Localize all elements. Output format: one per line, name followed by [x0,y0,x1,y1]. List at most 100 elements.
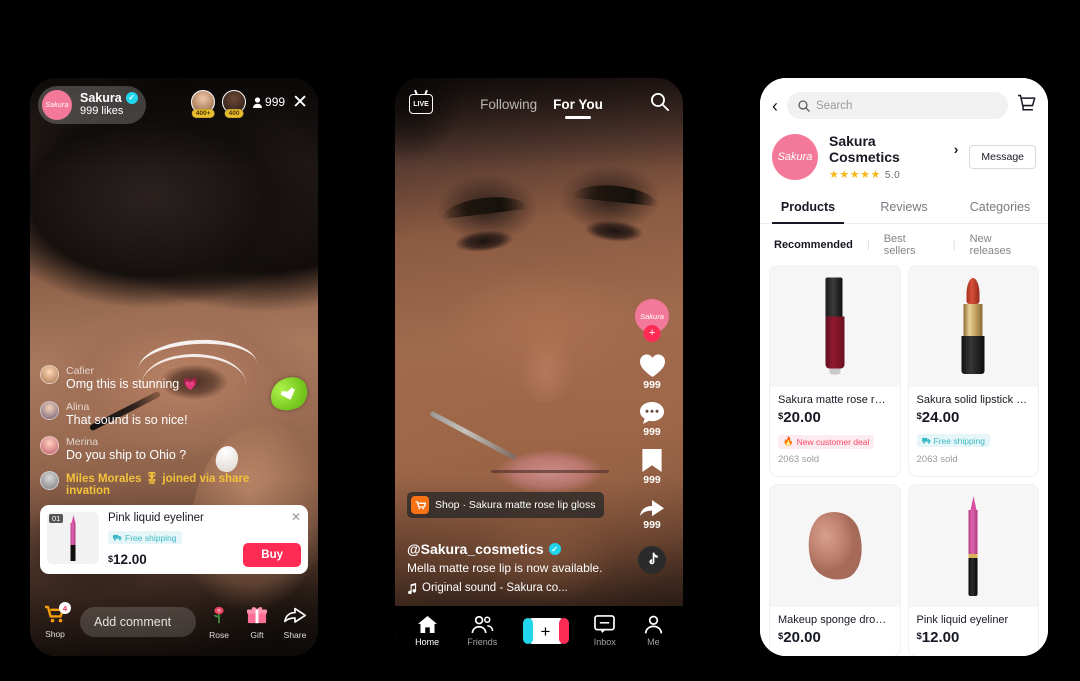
shop-tag[interactable]: Shop · Sakura matte rose lip gloss [407,492,604,518]
comment-text: Do you ship to Ohio ? [66,448,187,462]
share-button[interactable]: Share [280,605,310,640]
shipping-chip-label: Free shipping [933,435,986,446]
cart-icon[interactable] [1017,94,1036,117]
eyeliner-art-icon [968,495,978,596]
add-comment-input[interactable]: Add comment [80,607,196,637]
live-badge[interactable]: LIVE [409,94,433,114]
deal-chip-label: New customer deal [796,436,870,447]
product-sold-count: 2063 sold [916,454,958,465]
price-value: 20.00 [783,628,821,646]
tab-categories[interactable]: Categories [952,191,1048,223]
avatar [40,401,59,420]
bookmark-button[interactable]: 999 [641,448,663,486]
divider: | [866,239,870,251]
tab-for-you[interactable]: For You [553,97,603,112]
nav-create[interactable]: + [522,618,569,644]
product-sold-count: 2063 sold [778,454,820,465]
pinned-product-card[interactable]: 01 ✕ Pink liquid eyeliner Free shipping … [40,505,308,574]
filter-recommended[interactable]: Recommended [774,239,853,251]
home-icon [417,615,437,634]
tab-products[interactable]: Products [760,191,856,223]
gift-label: Gift [250,629,264,640]
sound-row[interactable]: Original sound - Sakura co... [407,582,617,594]
rose-button[interactable]: Rose [204,605,234,640]
store-tabs: Products Reviews Categories [760,191,1048,224]
nav-inbox[interactable]: Inbox [594,615,616,647]
shipping-chip-label: Free shipping [125,532,177,543]
viewer-avatar[interactable]: 400 [222,90,247,118]
bookmark-icon [642,448,662,473]
nav-me-label: Me [647,637,660,647]
store-meta: Sakura Cosmetics › ★★★★★ 5.0 [829,133,958,181]
nav-home[interactable]: Home [415,615,439,647]
comment-icon [640,402,664,424]
host-name-row: Sakura ✓ [80,90,138,105]
join-notice-text: Miles Morales 🎖 joined via share invatio… [66,473,250,497]
comment-author: Alina [66,401,90,413]
feed-bottom-nav: Home Friends + Inbox Me [395,606,683,656]
like-button[interactable]: 999 [639,353,666,391]
truck-icon [921,437,931,444]
search-input[interactable]: Search [787,92,1008,119]
store-name-row[interactable]: Sakura Cosmetics › [829,133,958,165]
feed-top-bar: LIVE Following For You [395,92,683,116]
store-header: Sakura Sakura Cosmetics › ★★★★★ 5.0 Messa… [760,127,1048,191]
product-body: Makeup sponge droplet ... $20.00 [770,607,900,655]
store-rating-row: ★★★★★ 5.0 [829,168,958,181]
shop-tag-label: Shop · Sakura matte rose lip gloss [435,499,596,511]
product-price: $12.00 [917,629,1031,646]
creator-avatar[interactable]: Sakura + [635,299,669,342]
heart-icon [639,354,665,378]
creator-username-row[interactable]: @Sakura_cosmetics ✓ [407,541,617,557]
share-button[interactable]: 999 [639,496,665,531]
product-chip-wrap: 🔥 New customer deal [778,431,892,449]
close-icon[interactable]: ✕ [292,93,308,112]
close-icon[interactable]: ✕ [291,510,301,524]
shop-label: Shop [45,629,65,639]
follow-plus-icon[interactable]: + [643,325,661,342]
comment-count: 999 [643,426,661,438]
create-plus-icon[interactable]: + [522,618,569,644]
host-name: Sakura [80,90,122,105]
filter-best-sellers[interactable]: Best sellers [884,233,939,257]
comment-text: Omg this is stunning 💗 [66,377,199,391]
nav-me[interactable]: Me [644,615,663,647]
back-chevron-icon[interactable]: ‹ [772,97,778,115]
product-price: $20.00 [778,409,892,426]
live-host-pill[interactable]: Sakura Sakura ✓ 999 likes [38,86,146,124]
verified-badge-icon: ✓ [125,92,138,105]
store-name: Sakura Cosmetics [829,133,900,165]
avatar [40,436,59,455]
creator-avatar-text: Sakura [640,311,664,321]
gift-button[interactable]: Gift [242,605,272,640]
comment-text: That sound is so nice! [66,413,188,427]
store-rating-value: 5.0 [884,170,901,181]
avatar [40,365,59,384]
filter-new-releases[interactable]: New releases [970,233,1034,257]
message-button[interactable]: Message [969,145,1036,169]
product-price: $20.00 [778,629,892,646]
search-icon[interactable] [650,92,669,116]
nav-home-label: Home [415,637,440,647]
product-card[interactable]: Sakura matte rose red li ... $20.00 🔥New… [770,265,900,476]
product-card[interactable]: Sakura solid lipstick 70... $24.00 Free … [908,265,1038,476]
host-avatar: Sakura [42,90,72,120]
price-value: 12.00 [113,552,147,567]
nav-friends[interactable]: Friends [467,615,497,647]
viewer-count[interactable]: 999 [253,95,285,109]
product-grid: Sakura matte rose red li ... $20.00 🔥New… [760,265,1048,656]
tab-following[interactable]: Following [480,97,537,112]
product-card[interactable]: Pink liquid eyeliner $12.00 [908,484,1038,656]
tab-reviews[interactable]: Reviews [856,191,952,223]
buy-button[interactable]: Buy [243,543,301,567]
comment-button[interactable]: 999 [639,401,665,438]
sound-disc-icon[interactable] [638,546,666,574]
product-image [908,484,1038,607]
viewer-avatar[interactable]: 400+ [191,90,216,118]
product-card[interactable]: Makeup sponge droplet ... $20.00 [770,484,900,656]
shop-button[interactable]: 4 Shop [38,602,72,639]
share-arrow-icon [640,500,664,517]
shipping-chip: Free shipping [916,434,991,447]
product-title: Pink liquid eyeliner [916,613,1009,626]
product-chip-wrap: Free shipping [916,431,1031,449]
